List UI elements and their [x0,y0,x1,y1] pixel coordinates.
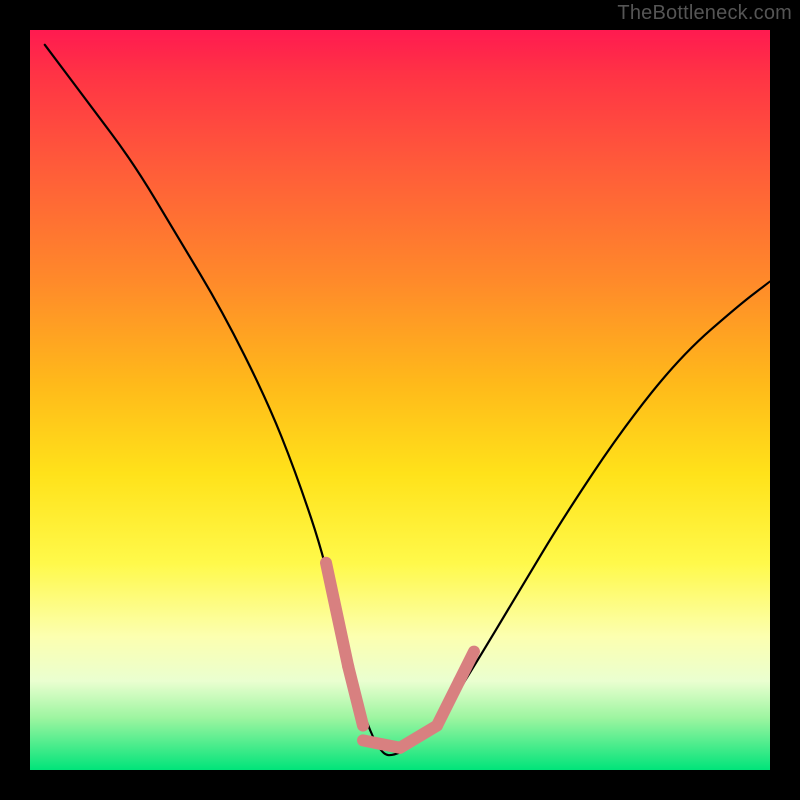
highlight-dash [459,652,474,682]
highlight-dash [326,563,348,667]
watermark-text: TheBottleneck.com [617,2,792,25]
chart-stage: TheBottleneck.com [0,0,800,800]
highlight-strokes [326,563,474,748]
bottleneck-curve [45,45,770,755]
plot-frame [30,30,770,770]
highlight-dash [348,666,363,725]
highlight-dash [400,726,437,748]
highlight-dash [437,681,459,725]
chart-overlay [30,30,770,770]
